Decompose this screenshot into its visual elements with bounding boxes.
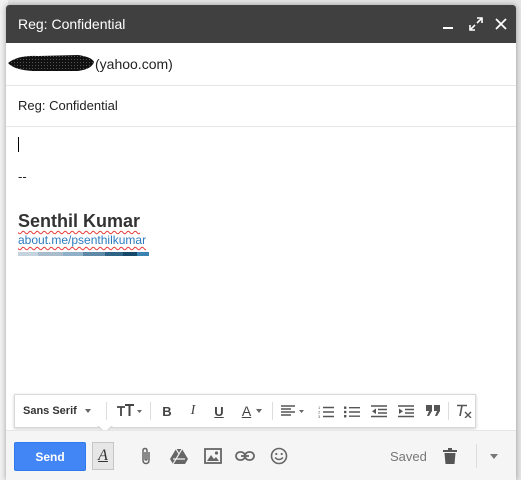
signature-banner-image [18,252,149,256]
indent-more-button[interactable] [395,395,417,427]
bulleted-list-icon [344,406,360,417]
font-size-button[interactable] [111,395,147,427]
subject-field[interactable]: Reg: Confidential [6,86,516,127]
quote-icon [426,405,440,416]
signature-separator: -- [18,169,27,184]
send-button[interactable]: Send [14,442,86,471]
photo-icon [204,448,222,464]
compose-title: Reg: Confidential [18,16,126,32]
recipients-field[interactable]: (yahoo.com) [6,43,516,86]
chevron-down-icon [84,409,91,413]
bold-button[interactable]: B [156,395,178,427]
align-left-icon [281,405,304,416]
font-family-select[interactable]: Sans Serif [23,395,103,427]
text-size-icon [117,404,142,416]
remove-formatting-icon [457,404,472,418]
bold-icon: B [162,403,172,419]
discard-draft-button[interactable] [438,444,462,468]
drive-icon [170,448,188,464]
numbered-list-icon: 1 2 3 [318,405,334,418]
message-body[interactable]: -- Senthil Kumar about.me/psenthilkumar [6,127,516,392]
more-options-button[interactable] [482,444,506,468]
italic-icon: I [190,403,196,418]
chevron-down-icon [256,409,263,413]
smiley-icon [270,447,288,465]
underline-button[interactable]: U [208,395,230,427]
text-color-icon: A [241,403,252,419]
popout-icon[interactable] [467,15,485,33]
text-caret [18,137,19,152]
redacted-email-mark [8,55,94,71]
indent-more-icon [398,404,414,417]
toolbar-divider [272,402,273,420]
formatting-options-toggle[interactable]: A [92,442,114,470]
italic-button[interactable]: I [182,395,204,427]
numbered-list-button[interactable]: 1 2 3 [315,395,337,427]
signature-name: Senthil Kumar [18,211,141,231]
toolbar-divider [448,402,449,420]
close-icon[interactable] [492,15,510,33]
toolbar-divider [150,402,151,420]
indent-less-button[interactable] [368,395,390,427]
compose-window: Reg: Confidential (yahoo.com) Reg: Confi… [6,5,516,480]
remove-formatting-button[interactable] [453,395,475,427]
bulleted-list-button[interactable] [341,395,363,427]
text-color-button[interactable]: A [235,395,269,427]
svg-text:3: 3 [318,414,321,418]
toolbar-divider [476,444,477,468]
link-icon [235,451,255,461]
subject-text: Reg: Confidential [18,98,118,113]
insert-emoji-button[interactable] [267,444,291,468]
chevron-down-icon [490,453,498,459]
format-text-icon: A [98,447,108,464]
indent-less-icon [371,404,387,417]
recipient-domain: (yahoo.com) [95,56,173,72]
compose-bottom-bar: Send A Saved [6,430,516,480]
minimize-icon[interactable] [439,15,457,33]
formatting-toolbar: Sans Serif B I U A 1 2 3 [14,394,476,428]
toolbar-divider [106,402,107,420]
font-family-label: Sans Serif [23,405,77,417]
insert-drive-button[interactable] [167,444,191,468]
compose-titlebar[interactable]: Reg: Confidential [6,5,516,43]
attach-files-button[interactable] [134,444,158,468]
signature-link[interactable]: about.me/psenthilkumar [18,233,146,247]
quote-button[interactable] [422,395,444,427]
align-button[interactable] [277,395,309,427]
paperclip-icon [142,447,150,465]
saved-status: Saved [390,449,427,464]
underline-icon: U [214,403,224,419]
insert-link-button[interactable] [233,444,257,468]
insert-photo-button[interactable] [201,444,225,468]
trash-icon [443,448,457,464]
